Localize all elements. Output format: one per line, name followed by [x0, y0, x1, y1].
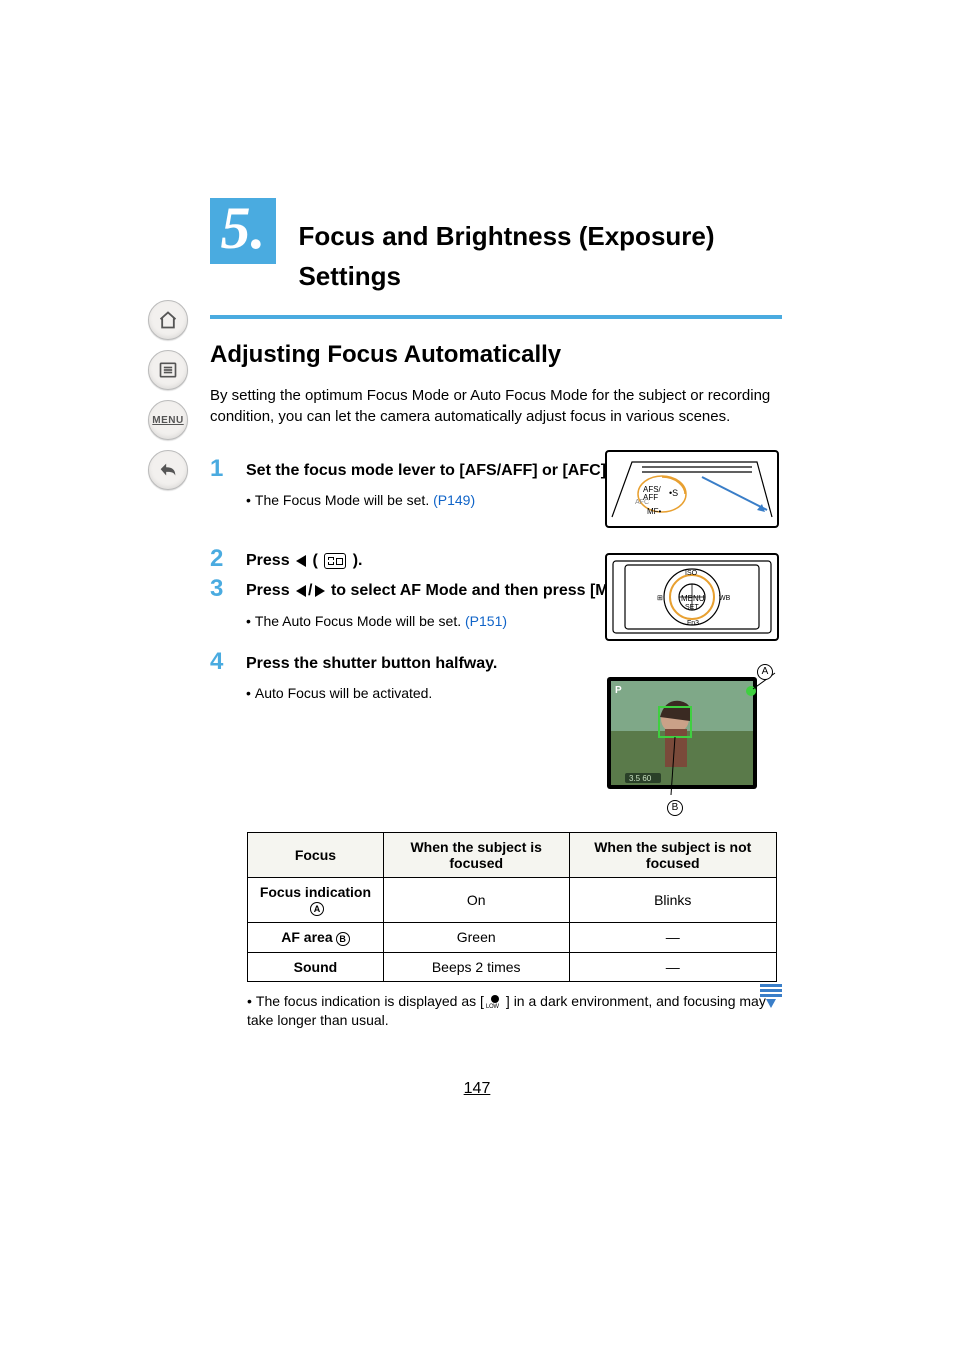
svg-text:Fn3: Fn3	[687, 620, 699, 627]
table-header: When the subject is focused	[383, 833, 569, 878]
step-number: 1	[210, 457, 232, 525]
menu-label: MENU	[152, 415, 183, 426]
chapter-header: 5. Focus and Brightness (Exposure) Setti…	[210, 198, 782, 319]
left-arrow-icon	[296, 585, 306, 597]
figure-focus-lever: AFS/ AFF •S MF• AFC	[605, 450, 779, 528]
chapter-title: Focus and Brightness (Exposure) Settings	[298, 198, 768, 297]
right-arrow-icon	[315, 585, 325, 597]
svg-text:⊞: ⊞	[657, 595, 663, 602]
section-intro: By setting the optimum Focus Mode or Aut…	[210, 385, 782, 427]
section-title: Adjusting Focus Automatically	[210, 341, 782, 369]
sidebar-nav: MENU	[148, 300, 188, 490]
table-row: AF areaB Green —	[248, 923, 777, 952]
step-title-mid: (	[308, 552, 322, 569]
continue-icon	[758, 984, 784, 1008]
chapter-rule	[210, 315, 782, 319]
chapter-number: 5.	[210, 198, 276, 264]
table-row: Sound Beeps 2 times —	[248, 952, 777, 981]
step-title: Press the shutter button halfway.	[246, 655, 497, 672]
focus-table-wrap: Focus When the subject is focused When t…	[247, 832, 777, 1031]
table-row: Focus indicationA On Blinks	[248, 878, 777, 923]
step-number: 2	[210, 547, 232, 572]
svg-text:MENU: MENU	[681, 594, 705, 603]
callout-a: A	[757, 664, 773, 680]
back-button[interactable]	[148, 450, 188, 490]
svg-text:3.5 60: 3.5 60	[629, 774, 652, 783]
home-button[interactable]	[148, 300, 188, 340]
svg-text:SET: SET	[685, 604, 699, 611]
step-number: 3	[210, 577, 232, 645]
home-icon	[158, 310, 178, 330]
page-link-p149[interactable]: (P149)	[433, 492, 475, 508]
step-number: 4	[210, 650, 232, 718]
step-title-suffix: ).	[348, 552, 362, 569]
focus-table: Focus When the subject is focused When t…	[247, 832, 777, 982]
callout-b: B	[667, 800, 683, 816]
step-title-prefix: Press	[246, 552, 294, 569]
low-focus-icon	[486, 995, 504, 1009]
figure-lcd-preview: P 3.5 60	[605, 669, 779, 797]
svg-text:ISO: ISO	[685, 570, 698, 577]
table-header: Focus	[248, 833, 384, 878]
back-arrow-icon	[157, 459, 179, 481]
af-area-icon	[324, 553, 346, 569]
page-number: 147	[0, 1080, 954, 1098]
left-arrow-icon	[296, 555, 306, 567]
svg-text:AFC: AFC	[635, 499, 649, 506]
page-link-p151[interactable]: (P151)	[465, 613, 507, 629]
svg-text:MF•: MF•	[647, 507, 662, 516]
menu-button[interactable]: MENU	[148, 400, 188, 440]
table-footnote: •The focus indication is displayed as []…	[247, 992, 777, 1031]
svg-text:•S: •S	[669, 488, 678, 498]
list-icon	[158, 360, 178, 380]
toc-button[interactable]	[148, 350, 188, 390]
table-header: When the subject is not focused	[569, 833, 776, 878]
svg-text:WB: WB	[719, 595, 731, 602]
svg-text:P: P	[615, 685, 622, 696]
step-title: Set the focus mode lever to [AFS/AFF] or…	[246, 462, 610, 479]
step-title-prefix: Press	[246, 582, 294, 599]
figure-rear-dial: ISO ⊞ WB Fn3 MENU SET	[605, 553, 779, 641]
